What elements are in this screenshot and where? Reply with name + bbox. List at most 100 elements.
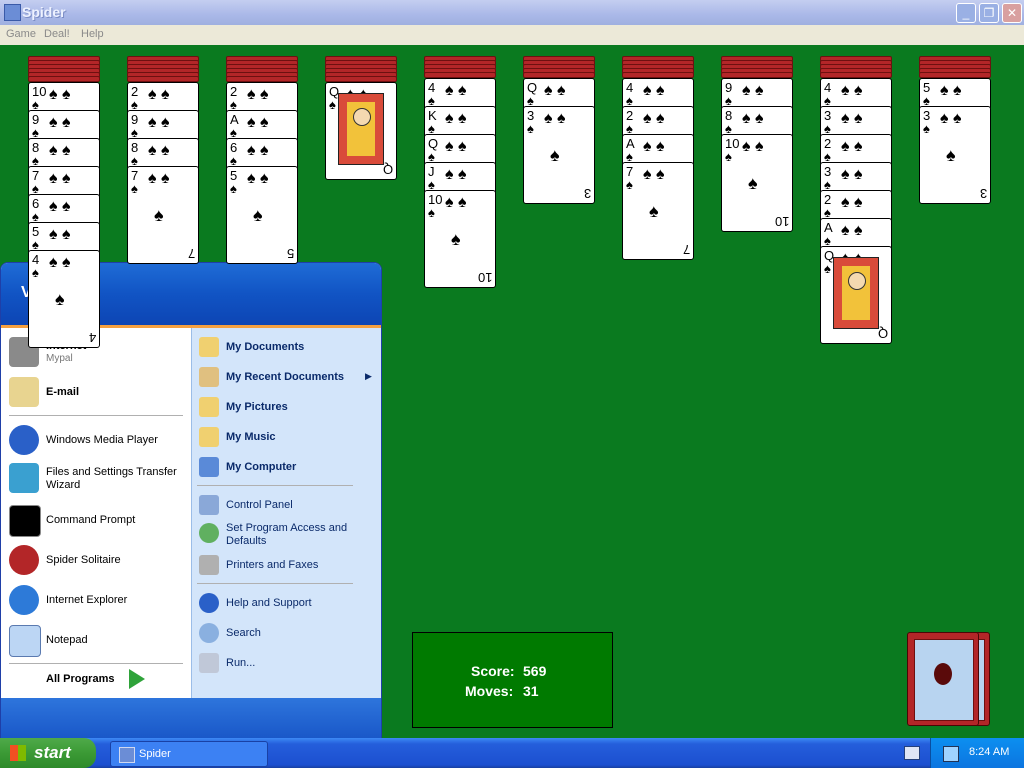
spade-icon: ♠ ♠ <box>841 110 863 127</box>
spade-icon: ♠ <box>748 173 758 193</box>
card-rank: Q <box>382 162 393 177</box>
spade-icon: ♠ ♠ <box>643 82 665 99</box>
menu-game[interactable]: Game <box>6 28 36 40</box>
spider-solitaire-label: Spider Solitaire <box>46 554 121 566</box>
spade-icon: ♠ ♠ <box>445 138 467 155</box>
internet-explorer-label: Internet Explorer <box>46 594 128 606</box>
program-access-icon <box>199 523 219 543</box>
my-documents-item[interactable]: My Documents <box>199 333 377 361</box>
spade-icon: ♠ <box>550 145 560 165</box>
spade-icon: ♠ <box>55 289 65 309</box>
spade-icon: ♠ <box>725 149 732 164</box>
control-panel-label: Control Panel <box>226 499 293 511</box>
help-support-item[interactable]: Help and Support <box>199 589 377 617</box>
card-rank: 3 <box>979 186 987 201</box>
spider-solitaire-item[interactable]: Spider Solitaire <box>9 543 189 579</box>
menu-help[interactable]: Help <box>81 28 104 40</box>
card-7[interactable]: 7 ♠ ♠ ♠ ♠ 7 <box>127 166 199 264</box>
spider-icon <box>9 545 39 575</box>
set-program-access-item[interactable]: Set Program Access and Defaults <box>199 519 377 549</box>
clock[interactable]: 8:24 AM <box>969 746 1009 758</box>
media-player-label: Windows Media Player <box>46 434 158 446</box>
spider-app-icon <box>4 4 21 21</box>
close-button[interactable]: ✕ <box>1002 3 1022 23</box>
my-computer-label: My Computer <box>226 461 297 473</box>
card-Q[interactable]: Q♠♠ ♠Q <box>820 246 892 344</box>
spade-icon: ♠ ♠ <box>247 86 269 103</box>
email-item[interactable]: E-mail <box>9 375 189 411</box>
keyboard-icon[interactable] <box>904 746 920 760</box>
spade-icon: ♠ ♠ <box>148 142 170 159</box>
spade-icon: ♠ ♠ <box>445 110 467 127</box>
my-pictures-item[interactable]: My Pictures <box>199 393 377 421</box>
card-10[interactable]: 10 ♠ ♠ ♠ ♠ 10 <box>424 190 496 288</box>
card-4[interactable]: 4 ♠ ♠ ♠ ♠ 4 <box>28 250 100 348</box>
menu-deal[interactable]: Deal! <box>44 28 70 40</box>
spade-icon: ♠ ♠ <box>742 82 764 99</box>
my-recent-documents-item[interactable]: My Recent Documents ▶ <box>199 363 377 391</box>
control-panel-item[interactable]: Control Panel <box>199 491 377 519</box>
all-programs-button[interactable]: All Programs <box>46 673 114 685</box>
my-music-item[interactable]: My Music <box>199 423 377 451</box>
spade-icon: ♠ ♠ <box>841 194 863 211</box>
spade-icon: ♠ ♠ <box>445 194 467 211</box>
search-item[interactable]: Search <box>199 619 377 647</box>
command-prompt-item[interactable]: Command Prompt <box>9 503 189 539</box>
card-rank: 7 <box>187 246 195 261</box>
email-label: E-mail <box>46 386 80 398</box>
printers-faxes-item[interactable]: Printers and Faxes <box>199 551 377 579</box>
spider-app-icon <box>119 747 135 763</box>
spade-icon: ♠ <box>154 205 164 225</box>
spade-icon: ♠ ♠ <box>643 138 665 155</box>
taskbar-item-spider[interactable]: Spider <box>110 741 268 767</box>
spade-icon: ♠ ♠ <box>49 226 71 243</box>
run-label: Run... <box>226 657 256 669</box>
spade-icon: ♠ ♠ <box>247 170 269 187</box>
card-Q[interactable]: Q♠♠ ♠Q <box>325 82 397 180</box>
internet-explorer-item[interactable]: Internet Explorer <box>9 583 189 619</box>
spade-icon: ♠ <box>230 181 237 196</box>
start-label: start <box>34 743 71 762</box>
spade-icon: ♠ ♠ <box>49 170 71 187</box>
my-music-label: My Music <box>226 431 276 443</box>
maximize-button[interactable]: ❐ <box>979 3 999 23</box>
run-item[interactable]: Run... <box>199 649 377 677</box>
start-button[interactable]: start <box>0 738 96 768</box>
media-player-item[interactable]: Windows Media Player <box>9 423 189 459</box>
printer-icon <box>199 555 219 575</box>
card-rank: 10 <box>774 214 789 229</box>
recent-icon <box>199 367 219 387</box>
spade-icon: ♠ ♠ <box>49 142 71 159</box>
transfer-wizard-item[interactable]: Files and Settings Transfer Wizard <box>9 461 189 497</box>
spade-icon: ♠ ♠ <box>841 166 863 183</box>
separator <box>197 485 353 486</box>
notepad-label: Notepad <box>46 634 88 646</box>
card-5[interactable]: 5 ♠ ♠ ♠ ♠ 5 <box>226 166 298 264</box>
spade-icon: ♠ ♠ <box>940 110 962 127</box>
moves-label: Moves: <box>465 683 514 699</box>
my-computer-item[interactable]: My Computer <box>199 453 377 481</box>
card-3[interactable]: 3 ♠ ♠ ♠ ♠ 3 <box>523 106 595 204</box>
notepad-item[interactable]: Notepad <box>9 623 189 659</box>
spade-icon: ♠ ♠ <box>742 138 764 155</box>
card-7[interactable]: 7 ♠ ♠ ♠ ♠ 7 <box>622 162 694 260</box>
score-label: Score: <box>471 663 515 679</box>
spade-icon: ♠ ♠ <box>49 254 71 271</box>
all-programs-arrow-icon[interactable] <box>129 669 145 689</box>
transfer-wizard-label: Files and Settings Transfer <box>46 466 177 478</box>
spade-icon: ♠ ♠ <box>445 82 467 99</box>
network-icon[interactable] <box>943 746 959 762</box>
ie-icon <box>9 585 39 615</box>
notepad-icon <box>9 625 41 657</box>
card-3[interactable]: 3 ♠ ♠ ♠ ♠ 3 <box>919 106 991 204</box>
spider-icon <box>934 663 952 685</box>
stock-pile[interactable] <box>907 632 979 726</box>
spade-icon: ♠ <box>649 201 659 221</box>
spade-icon: ♠ ♠ <box>247 114 269 131</box>
card-rank: 10 <box>477 270 492 285</box>
my-pictures-label: My Pictures <box>226 401 288 413</box>
card-10[interactable]: 10 ♠ ♠ ♠ ♠ 10 <box>721 134 793 232</box>
command-prompt-icon <box>9 505 41 537</box>
spade-icon: ♠ ♠ <box>742 110 764 127</box>
minimize-button[interactable]: _ <box>956 3 976 23</box>
